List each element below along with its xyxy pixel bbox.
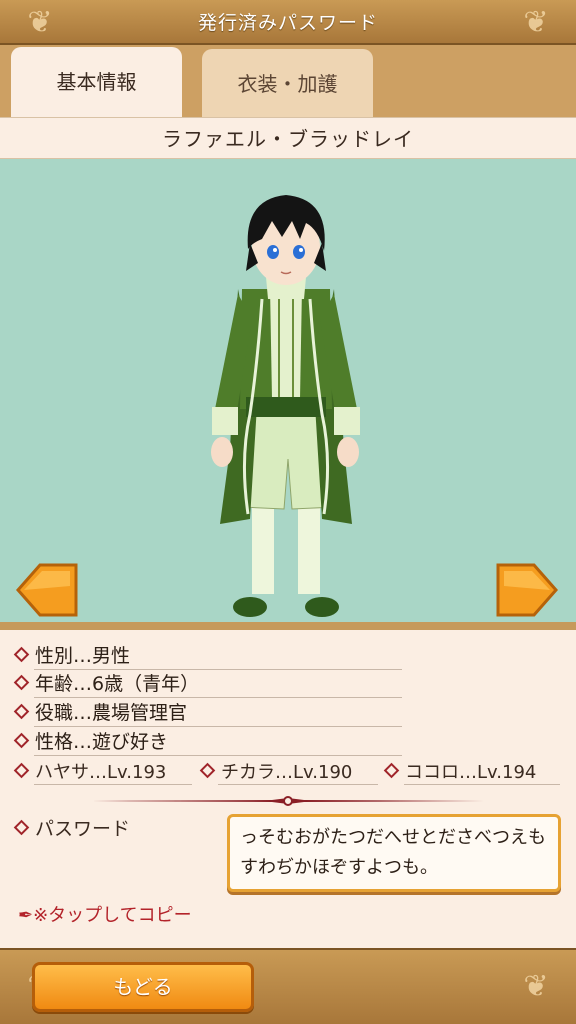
copy-hint-text: ※タップしてコピー [33, 905, 192, 926]
diamond-bullet-icon [13, 762, 30, 779]
info-gender: 性別…男性 [13, 642, 131, 670]
diamond-bullet-icon [13, 646, 30, 663]
diamond-bullet-icon [13, 703, 30, 720]
info-age: 年齢…6歳（青年） [13, 670, 200, 698]
diamond-bullet-icon [13, 674, 30, 691]
divider [404, 784, 560, 785]
diamond-bullet-icon [13, 732, 30, 749]
viewer-border [0, 622, 576, 630]
stat-heart: ココロ…Lv.194 [383, 760, 537, 786]
info-personality-text: 性格…遊び好き [35, 731, 169, 753]
stat-speed: ハヤサ…Lv.193 [13, 760, 167, 786]
stat-heart-text: ココロ…Lv.194 [405, 762, 537, 783]
diamond-bullet-icon [383, 762, 400, 779]
tab-bar: 基本情報 衣装・加護 [0, 45, 576, 117]
divider [34, 755, 402, 756]
stat-power-text: チカラ…Lv.190 [221, 762, 353, 783]
ornament-corner-right-icon: ❦ [523, 969, 549, 1004]
info-role-text: 役職…農場管理官 [35, 702, 188, 724]
password-label: パスワード [13, 815, 131, 843]
copy-hint: ✒※タップしてコピー [18, 903, 192, 929]
info-role: 役職…農場管理官 [13, 699, 188, 727]
ornament-corner-right-icon: ❦ [523, 5, 549, 40]
next-arrow-icon[interactable] [496, 562, 560, 618]
stat-power: チカラ…Lv.190 [199, 760, 353, 786]
divider [218, 784, 378, 785]
info-age-text: 年齢…6歳（青年） [35, 673, 200, 695]
info-personality: 性格…遊び好き [13, 728, 169, 756]
character-figure [211, 195, 360, 617]
tab-costume-blessing[interactable]: 衣装・加護 [202, 49, 373, 117]
stat-speed-text: ハヤサ…Lv.193 [35, 762, 167, 783]
header-bar: ❦ 発行済みパスワード ❦ [0, 0, 576, 45]
ornament-divider-icon [92, 796, 484, 806]
password-label-text: パスワード [35, 818, 131, 840]
character-name: ラファエル・ブラッドレイ [0, 117, 576, 159]
tab-basic-info[interactable]: 基本情報 [11, 47, 182, 117]
info-gender-text: 性別…男性 [35, 645, 131, 667]
previous-arrow-icon[interactable] [14, 562, 78, 618]
divider [34, 784, 192, 785]
page-title: 発行済みパスワード [197, 12, 378, 34]
back-button[interactable]: もどる [32, 962, 254, 1012]
character-viewer[interactable] [0, 159, 576, 624]
pen-icon: ✒ [18, 905, 34, 926]
divider [34, 726, 402, 727]
diamond-bullet-icon [13, 819, 30, 836]
divider [34, 697, 402, 698]
diamond-bullet-icon [199, 762, 216, 779]
password-box[interactable]: っそむおがたつだへせとださべつえもすわぢかほぞすよつも。 [227, 814, 561, 892]
